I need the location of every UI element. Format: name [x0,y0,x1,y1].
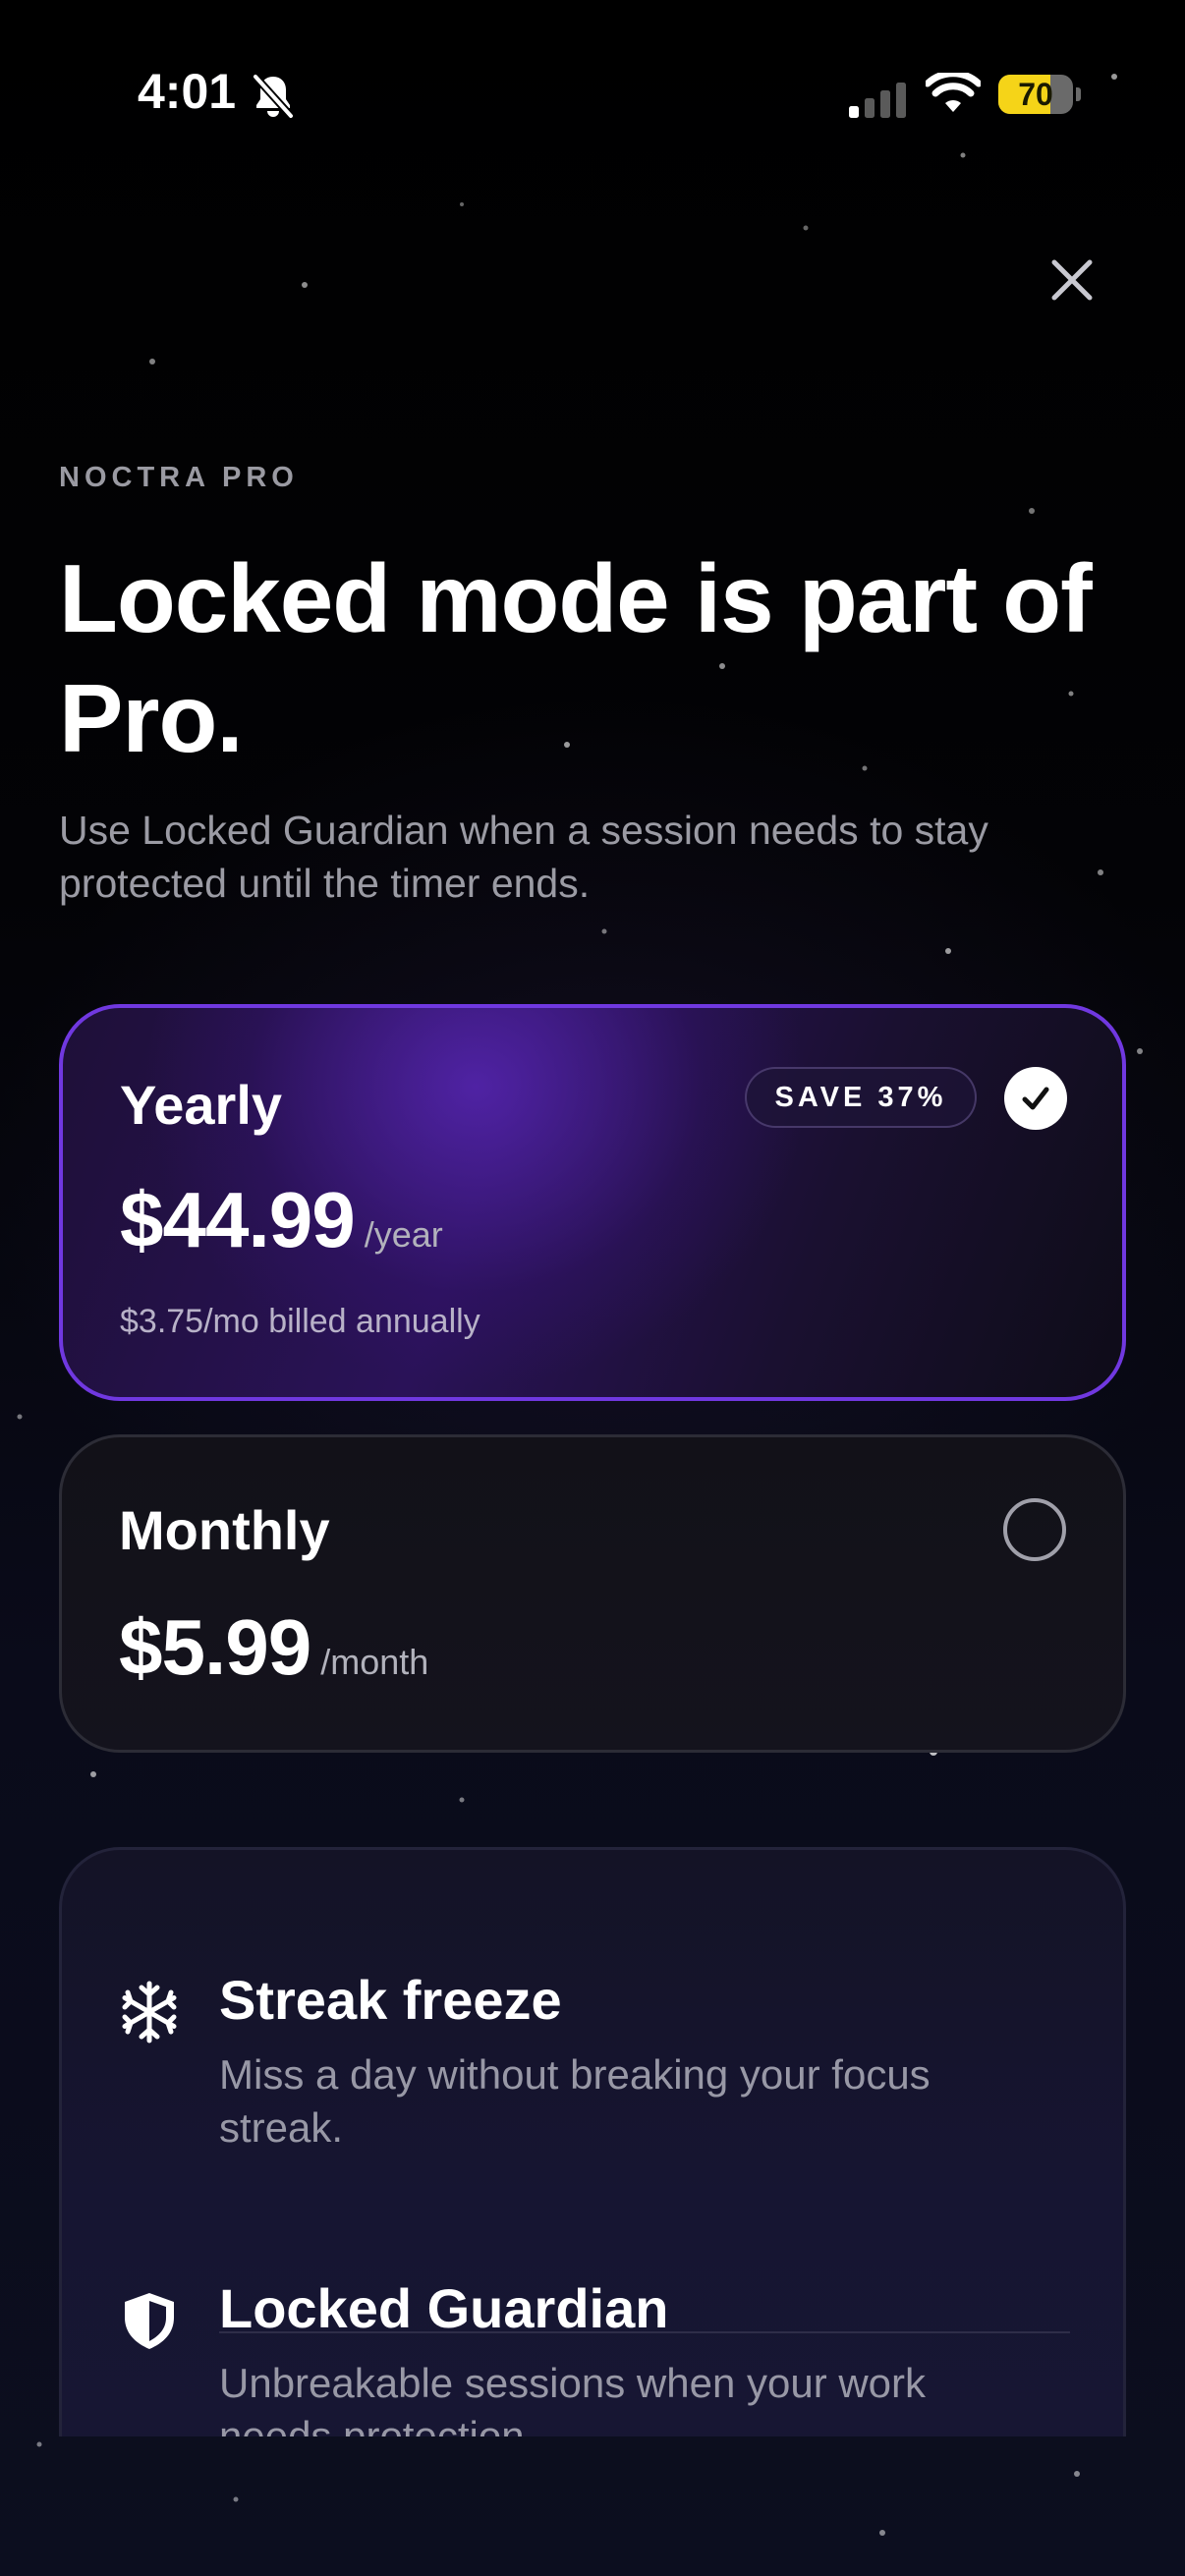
shield-icon [125,2293,174,2349]
plan-period: /year [364,1214,443,1255]
bell-off-icon [252,73,295,120]
plan-name: Yearly [120,1074,283,1136]
page-title: Locked mode is part of Pro. [59,544,1093,772]
close-icon [1051,259,1093,301]
unselected-radio-icon [1003,1498,1066,1561]
plan-option-monthly[interactable]: Monthly $5.99/month [59,1434,1126,1753]
page-subtitle: Use Locked Guardian when a session needs… [59,808,988,906]
feature-description: Unbreakable sessions when your work need… [219,2360,927,2436]
features-card: Streak freeze Miss a day without breakin… [59,1847,1126,2436]
eyebrow-label: NOCTRA PRO [59,462,299,493]
close-button[interactable] [1038,246,1106,314]
plan-period: /month [320,1642,429,1682]
selected-check-icon [1004,1067,1067,1130]
feature-title: Locked Guardian [219,2277,669,2339]
battery-indicator: 70 [998,75,1081,114]
save-badge: SAVE 37% [745,1067,977,1128]
plan-price-row: $44.99/year [120,1175,443,1265]
wifi-icon [926,73,981,112]
snowflake-icon [122,1981,177,2044]
battery-percentage: 70 [1018,77,1053,112]
feature-description: Miss a day without breaking your focus s… [219,2051,931,2151]
plan-name: Monthly [119,1499,330,1561]
feature-title: Streak freeze [219,1969,562,2031]
plan-price: $44.99 [120,1176,356,1263]
plan-billing-note: $3.75/mo billed annually [120,1303,480,1340]
status-bar: 4:01 70 [0,59,1185,138]
cellular-signal-icon [849,83,906,118]
plan-price-row: $5.99/month [119,1602,428,1693]
plan-price: $5.99 [119,1603,311,1691]
status-time: 4:01 [138,64,237,119]
plan-option-yearly[interactable]: Yearly SAVE 37% $44.99/year $3.75/mo bil… [59,1004,1126,1401]
